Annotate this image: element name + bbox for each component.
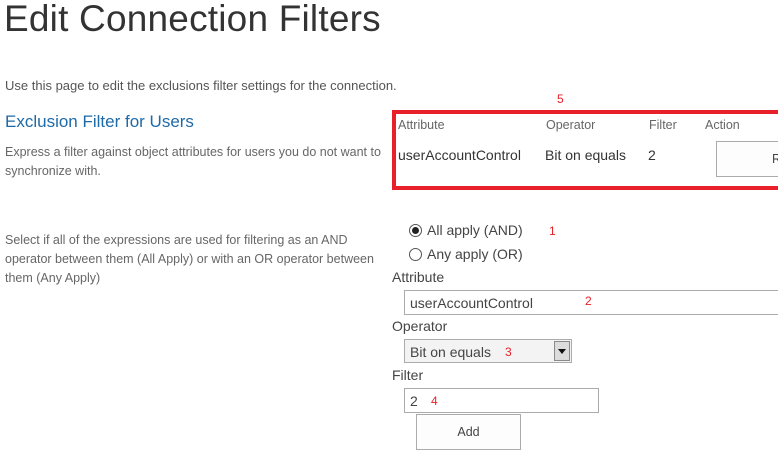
filter-label: Filter <box>392 367 424 383</box>
operator-select[interactable]: Bit on equals <box>404 339 572 363</box>
exclusion-section-title: Exclusion Filter for Users <box>5 112 194 131</box>
remove-button[interactable]: Remove <box>716 141 778 177</box>
add-button[interactable]: Add <box>416 414 521 450</box>
operator-label: Operator <box>392 318 448 334</box>
cell-attribute: userAccountControl <box>398 147 521 163</box>
cell-operator: Bit on equals <box>545 147 626 163</box>
annotation-4: 4 <box>431 394 438 408</box>
annotation-5: 5 <box>557 92 564 106</box>
annotation-2: 2 <box>585 294 592 308</box>
radio-all-apply-label: All apply (AND) <box>427 222 523 238</box>
column-header-attribute: Attribute <box>398 118 445 132</box>
chevron-down-icon[interactable] <box>554 341 570 361</box>
page-description: Use this page to edit the exclusions fil… <box>5 78 397 93</box>
radio-checked-icon <box>409 223 422 237</box>
annotation-3: 3 <box>505 345 512 359</box>
radio-all-apply[interactable]: All apply (AND) <box>409 222 523 238</box>
annotation-1: 1 <box>549 224 556 238</box>
column-header-filter: Filter <box>649 118 677 132</box>
page-title: Edit Connection Filters <box>4 0 381 39</box>
exclusion-section-description: Express a filter against object attribut… <box>5 145 381 178</box>
filter-table: Attribute Operator Filter Action userAcc… <box>392 110 778 190</box>
radio-unchecked-icon <box>409 247 422 261</box>
radio-any-apply[interactable]: Any apply (OR) <box>409 246 523 262</box>
attribute-label: Attribute <box>392 269 445 285</box>
logic-description: Select if all of the expressions are use… <box>5 233 374 285</box>
column-header-operator: Operator <box>546 118 596 132</box>
operator-select-value: Bit on equals <box>410 344 491 360</box>
column-header-action: Action <box>705 118 740 132</box>
cell-filter: 2 <box>648 147 656 163</box>
radio-any-apply-label: Any apply (OR) <box>427 246 523 262</box>
